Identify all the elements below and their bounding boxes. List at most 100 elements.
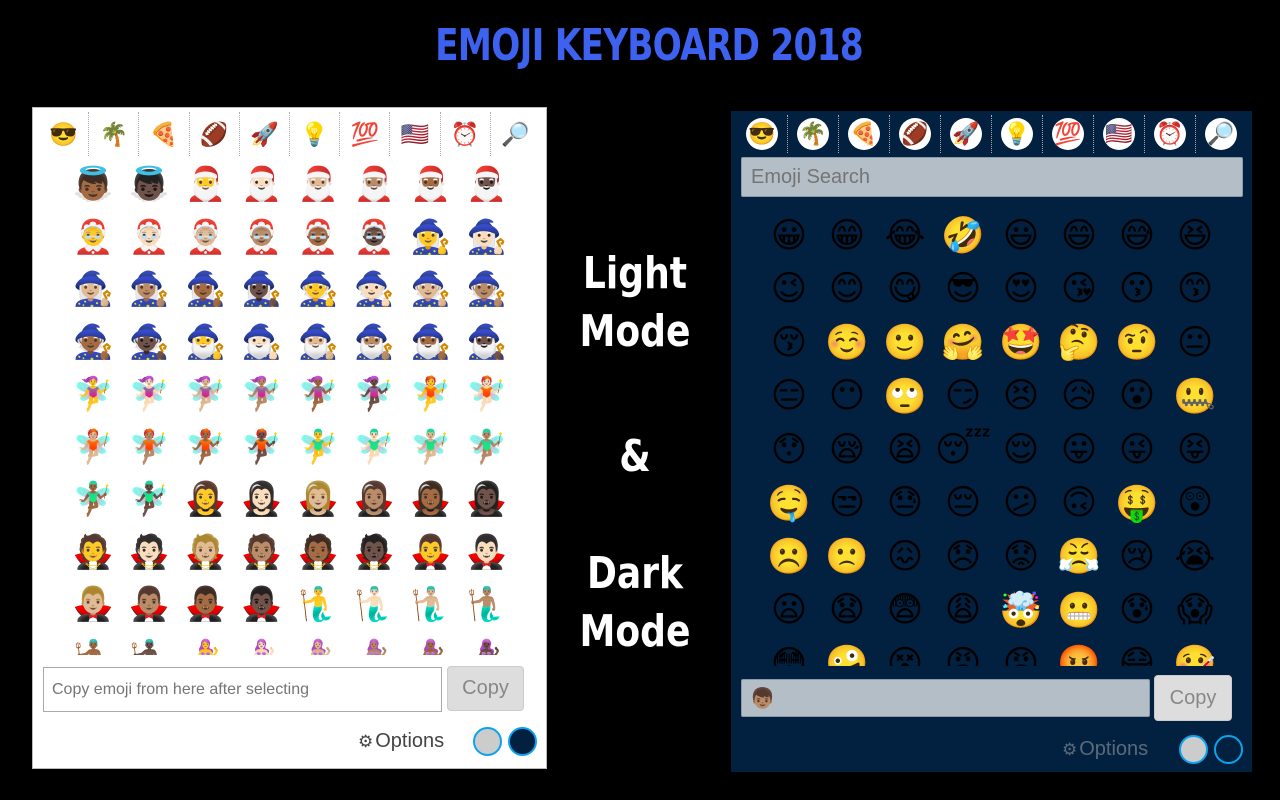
emoji-cell[interactable]: 🧛🏽‍♀️ [346,473,402,526]
emoji-cell[interactable]: 🙁 [818,530,876,584]
emoji-grid-scroll[interactable]: 😀 😁 😂 🤣 😃 😄 😅 😆 😉 😊 😋 😎 😍 😘 😗 😙 😚 ☺️ 🙂 🤗 🤩 🤔 🤨 😐 😑 😶 🙄 😏 😣 😥 😮 🤐 😯 😪 😫 😴 😌 😛 😜… [760,209,1224,666]
options-button[interactable]: ⚙ Options [358,730,444,753]
emoji-cell[interactable]: 🧜‍♀️ [178,631,234,655]
emoji-search-input[interactable] [741,157,1243,197]
emoji-cell[interactable]: 😌 [992,423,1050,477]
emoji-cell[interactable]: 🧛🏻‍♀️ [234,473,290,526]
tab-symbols[interactable]: 💯 [1043,115,1094,153]
emoji-cell[interactable]: 🧜🏻‍♀️ [234,631,290,655]
emoji-cell[interactable]: 🧛 [65,526,121,579]
emoji-cell[interactable]: 🧜🏿‍♀️ [459,631,515,655]
emoji-cell[interactable]: 🤶🏿 [346,211,402,264]
emoji-cell[interactable]: 🧜‍♂️ [290,578,346,631]
emoji-cell[interactable]: 🧙🏼 [403,263,459,316]
tab-food[interactable]: 🍕 [839,115,890,153]
emoji-cell[interactable]: 😗 [1108,263,1166,317]
emoji-cell[interactable]: 😰 [1108,584,1166,638]
tab-flags[interactable]: 🇺🇸 [390,112,441,156]
emoji-cell[interactable]: 😓 [876,477,934,531]
emoji-cell[interactable]: 🎅 [178,158,234,211]
emoji-cell[interactable]: 🧚🏿 [234,421,290,474]
emoji-cell[interactable]: 🧙🏻‍♂️ [234,316,290,369]
emoji-cell[interactable]: 🧚🏻‍♂️ [346,421,402,474]
copy-button[interactable]: Copy [1154,675,1232,721]
emoji-cell[interactable]: 🧙🏽‍♂️ [346,316,402,369]
emoji-cell[interactable]: 😜 [1108,423,1166,477]
emoji-cell[interactable]: 😛 [1050,423,1108,477]
emoji-cell[interactable]: 🧙‍♂️ [178,316,234,369]
emoji-cell[interactable]: 😮 [1108,370,1166,424]
emoji-cell[interactable]: 😱 [1166,584,1224,638]
emoji-cell[interactable]: 🧚🏻‍♀️ [121,368,177,421]
emoji-cell[interactable]: 🧛🏽 [234,526,290,579]
tab-smileys[interactable]: 😎 [737,115,788,153]
light-theme-toggle[interactable] [1179,735,1208,764]
emoji-cell[interactable]: 🧛🏽‍♂️ [121,578,177,631]
emoji-cell[interactable]: 😷 [1108,637,1166,666]
emoji-cell[interactable]: 🧛🏿 [346,526,402,579]
emoji-cell[interactable]: 😄 [1050,209,1108,263]
emoji-cell[interactable]: 😒 [818,477,876,531]
emoji-cell[interactable]: 😞 [934,530,992,584]
emoji-cell[interactable]: 🧙🏻‍♀️ [459,211,515,264]
emoji-cell[interactable]: 🤗 [934,316,992,370]
emoji-cell[interactable]: 😐 [1166,316,1224,370]
emoji-cell[interactable]: 🧙🏿 [121,316,177,369]
emoji-cell[interactable]: 😘 [1050,263,1108,317]
emoji-cell[interactable]: 😶 [818,370,876,424]
emoji-cell[interactable]: 😢 [1108,530,1166,584]
emoji-cell[interactable]: 😎 [934,263,992,317]
emoji-cell[interactable]: 🧙🏿‍♂️ [459,316,515,369]
tab-search[interactable]: 🔎 [491,112,540,156]
emoji-cell[interactable]: 🙂 [876,316,934,370]
emoji-cell[interactable]: 😀 [760,209,818,263]
emoji-cell[interactable]: 👼🏿 [121,158,177,211]
tab-nature[interactable]: 🌴 [788,115,839,153]
emoji-cell[interactable]: 😥 [1050,370,1108,424]
emoji-cell[interactable]: 😣 [992,370,1050,424]
copy-button[interactable]: Copy [447,666,524,711]
emoji-cell[interactable]: 🧙🏼‍♂️ [290,316,346,369]
tab-travel[interactable]: 🚀 [240,112,291,156]
emoji-cell[interactable]: 😁 [818,209,876,263]
emoji-cell[interactable]: 😯 [760,423,818,477]
emoji-cell[interactable]: 😊 [818,263,876,317]
emoji-cell[interactable]: 🤬 [1050,637,1108,666]
options-button[interactable]: ⚙ Options [1062,738,1148,761]
emoji-cell[interactable]: 🧜🏼‍♂️ [403,578,459,631]
emoji-cell[interactable]: 🧛🏾 [290,526,346,579]
emoji-cell[interactable]: 🎅🏾 [403,158,459,211]
emoji-cell[interactable]: 🤶🏽 [234,211,290,264]
emoji-cell[interactable]: 😖 [876,530,934,584]
emoji-cell[interactable]: 🧚‍♂️ [290,421,346,474]
emoji-cell[interactable]: 🧛🏼 [178,526,234,579]
tab-search[interactable]: 🔎 [1196,115,1246,153]
emoji-cell[interactable]: 🤪 [818,637,876,666]
emoji-cell[interactable]: 😩 [934,584,992,638]
emoji-cell[interactable]: 😳 [760,637,818,666]
emoji-cell[interactable]: 🧛‍♂️ [403,526,459,579]
emoji-cell[interactable]: 🧚🏿‍♀️ [346,368,402,421]
copy-emoji-input[interactable] [43,667,442,712]
emoji-cell[interactable]: 🧚🏼‍♂️ [403,421,459,474]
emoji-cell[interactable]: 😵 [876,637,934,666]
emoji-cell[interactable]: 🧙🏿‍♀️ [234,263,290,316]
emoji-cell[interactable]: 🤯 [992,584,1050,638]
emoji-cell[interactable]: 🧚🏼 [65,421,121,474]
emoji-cell[interactable]: 🧜🏾‍♀️ [403,631,459,655]
emoji-cell[interactable]: 😔 [934,477,992,531]
emoji-cell[interactable]: 🤶🏾 [290,211,346,264]
emoji-cell[interactable]: 🤤 [760,477,818,531]
emoji-cell[interactable]: 🧛🏾‍♀️ [403,473,459,526]
emoji-cell[interactable]: 😏 [934,370,992,424]
emoji-cell[interactable]: 🧚🏾 [178,421,234,474]
emoji-cell[interactable]: 🧚🏼‍♀️ [178,368,234,421]
tab-activity[interactable]: 🏈 [190,112,240,156]
tab-smileys[interactable]: 😎 [39,112,90,156]
emoji-cell[interactable]: 😋 [876,263,934,317]
emoji-cell[interactable]: ☹️ [760,530,818,584]
emoji-cell[interactable]: 🧛🏻‍♂️ [459,526,515,579]
emoji-cell[interactable]: 🧛🏻 [121,526,177,579]
emoji-cell[interactable]: 😡 [934,637,992,666]
tab-food[interactable]: 🍕 [139,112,190,156]
